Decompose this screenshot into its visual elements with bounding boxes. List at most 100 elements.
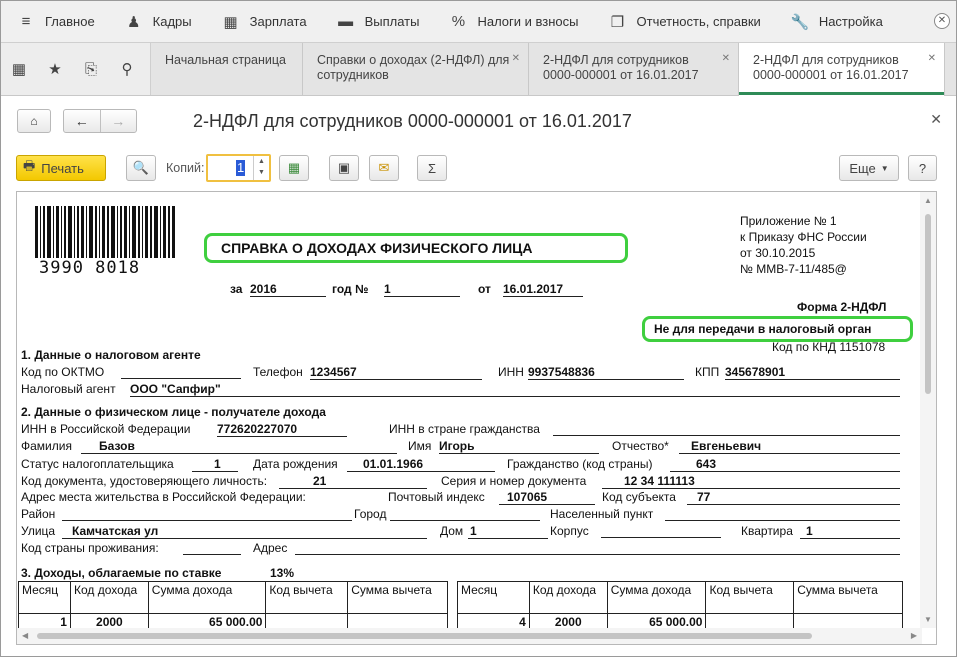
inn-foreign-label: ИНН в стране гражданства bbox=[389, 422, 540, 436]
knd-code: Код по КНД 1151078 bbox=[772, 340, 886, 354]
chevron-down-icon: ▼ bbox=[880, 163, 889, 173]
email-button[interactable]: ✉ bbox=[369, 155, 399, 181]
forward-arrow-icon[interactable]: → bbox=[100, 113, 136, 129]
magnifier-icon: 🔍 bbox=[132, 160, 150, 175]
horizontal-scrollbar[interactable]: ◀ ▶ bbox=[17, 628, 922, 644]
doc-code-label: Код документа, удостоверяющего личность: bbox=[21, 474, 268, 488]
inn-rf-value: 772620227070 bbox=[217, 422, 347, 437]
building-value bbox=[601, 524, 721, 538]
number-value: 1 bbox=[384, 282, 460, 297]
addr-value bbox=[295, 541, 900, 555]
scroll-right-icon[interactable]: ▶ bbox=[911, 631, 917, 640]
menu-item-reports[interactable]: ❐ Отчетность, справки bbox=[593, 1, 775, 43]
district-value bbox=[62, 507, 352, 521]
country-value bbox=[183, 541, 241, 555]
tab-certificates-list[interactable]: Справки о доходах (2-НДФЛ) для сотрудник… bbox=[303, 43, 529, 95]
status-value: 1 bbox=[192, 457, 238, 472]
preview-button[interactable]: 🔍 bbox=[126, 155, 156, 181]
col-income-code: Код дохода bbox=[528, 581, 608, 614]
oktmo-value bbox=[121, 365, 241, 379]
print-button[interactable]: 🖶 Печать bbox=[16, 155, 106, 181]
menu-item-settings[interactable]: 🔧 Настройка bbox=[775, 1, 897, 43]
scroll-down-icon[interactable]: ▼ bbox=[924, 615, 932, 624]
edit-button[interactable]: ▦ bbox=[279, 155, 309, 181]
scroll-thumb[interactable] bbox=[37, 633, 812, 639]
vertical-scrollbar[interactable]: ▲ ▼ bbox=[920, 192, 936, 628]
grid-icon[interactable]: ▦ bbox=[1, 60, 37, 78]
god-no-label: год № bbox=[332, 282, 369, 296]
copies-stepper[interactable]: ▲ ▼ bbox=[253, 156, 269, 180]
surname-label: Фамилия bbox=[21, 439, 72, 453]
doc-code-value: 21 bbox=[279, 474, 427, 489]
more-button[interactable]: Еще ▼ bbox=[839, 155, 899, 181]
printer-icon: 🖶 bbox=[23, 158, 36, 173]
hamburger-icon: ≡ bbox=[21, 13, 31, 30]
barcode-image bbox=[35, 206, 175, 258]
street-value: Камчатская ул bbox=[62, 524, 427, 539]
appendix-line-1: Приложение № 1 bbox=[740, 214, 837, 228]
table-header-row: Месяц Код дохода Сумма дохода Код вычета… bbox=[18, 581, 448, 614]
district-label: Район bbox=[21, 507, 56, 521]
copies-input[interactable]: 1 ▲ ▼ bbox=[206, 154, 271, 182]
tab-ndfl-document[interactable]: 2-НДФЛ для сотрудников 0000-000001 от 16… bbox=[529, 43, 739, 95]
menu-item-taxes[interactable]: % Налоги и взносы bbox=[433, 1, 592, 43]
home-button[interactable]: ⌂ bbox=[17, 109, 51, 133]
close-icon[interactable]: ✕ bbox=[928, 51, 936, 66]
save-button[interactable]: ▣ bbox=[329, 155, 359, 181]
tab-bar: ▦ ★ ⎘ ⚲ Начальная страница Справки о дох… bbox=[1, 43, 956, 96]
appendix-line-4: № ММВ-7-11/485@ bbox=[740, 262, 847, 276]
documents-icon: ❐ bbox=[610, 13, 625, 31]
phone-value: 1234567 bbox=[310, 365, 482, 380]
star-icon[interactable]: ★ bbox=[37, 60, 73, 78]
menu-item-label: Главное bbox=[45, 14, 95, 29]
close-icon[interactable]: ✕ bbox=[512, 51, 520, 66]
address-label: Адрес места жительства в Российской Феде… bbox=[21, 490, 306, 504]
help-button[interactable]: ? bbox=[908, 155, 937, 181]
home-icon: ⌂ bbox=[30, 114, 38, 128]
scroll-up-icon[interactable]: ▲ bbox=[924, 196, 932, 205]
close-icon[interactable]: ✕ bbox=[930, 111, 942, 128]
surname-value: Базов bbox=[81, 439, 397, 454]
birth-label: Дата рождения bbox=[253, 457, 338, 471]
country-label: Код страны проживания: bbox=[21, 541, 159, 555]
menu-close-icon[interactable]: ✕ bbox=[934, 13, 950, 29]
barcode-number: 3990 8018 bbox=[39, 258, 141, 278]
menu-item-label: Налоги и взносы bbox=[477, 14, 579, 29]
inn-foreign-value bbox=[553, 422, 900, 436]
back-arrow-icon[interactable]: ← bbox=[64, 113, 100, 129]
menu-item-salary[interactable]: ▦ Зарплата bbox=[206, 1, 321, 43]
history-icon[interactable]: ⎘ bbox=[73, 61, 109, 78]
sigma-icon: Σ bbox=[427, 160, 437, 176]
more-label: Еще bbox=[849, 160, 876, 176]
birth-value: 01.01.1966 bbox=[347, 457, 495, 472]
floppy-icon: ▣ bbox=[337, 160, 351, 175]
status-label: Статус налогоплательщика bbox=[21, 457, 174, 471]
col-deduction-sum: Сумма вычета bbox=[347, 581, 448, 614]
calculator-icon: ▦ bbox=[223, 13, 238, 31]
report-sheet[interactable]: 3990 8018 СПРАВКА О ДОХОДАХ ФИЗИЧЕСКОГО … bbox=[16, 191, 937, 645]
citizenship-label: Гражданство (код страны) bbox=[507, 457, 653, 471]
search-icon[interactable]: ⚲ bbox=[109, 60, 145, 78]
copies-label: Копий: bbox=[166, 161, 205, 175]
region-label: Код субъекта bbox=[602, 490, 676, 504]
menu-item-hr[interactable]: ♟ Кадры bbox=[109, 1, 206, 43]
section2-heading: 2. Данные о физическом лице - получателе… bbox=[21, 405, 326, 419]
scroll-thumb[interactable] bbox=[925, 214, 931, 394]
name-value: Игорь bbox=[439, 439, 599, 454]
tab-ndfl-print[interactable]: 2-НДФЛ для сотрудников 0000-000001 от 16… bbox=[739, 43, 945, 96]
wallet-icon: ▬ bbox=[338, 13, 354, 30]
tab-home[interactable]: Начальная страница bbox=[151, 43, 303, 95]
menu-item-main[interactable]: ≡ Главное bbox=[1, 1, 109, 43]
scroll-left-icon[interactable]: ◀ bbox=[22, 631, 28, 640]
income-table-right: Месяц Код дохода Сумма дохода Код вычета… bbox=[457, 581, 903, 631]
postcode-label: Почтовый индекс bbox=[388, 490, 485, 504]
close-icon[interactable]: ✕ bbox=[722, 51, 730, 66]
sum-button[interactable]: Σ bbox=[417, 155, 447, 181]
za-label: за bbox=[230, 282, 243, 296]
date-value: 16.01.2017 bbox=[503, 282, 583, 297]
menu-item-label: Отчетность, справки bbox=[636, 14, 761, 29]
region-value: 77 bbox=[687, 490, 900, 505]
doc-series-label: Серия и номер документа bbox=[441, 474, 587, 488]
kpp-value: 345678901 bbox=[725, 365, 900, 380]
menu-item-payments[interactable]: ▬ Выплаты bbox=[321, 1, 434, 43]
